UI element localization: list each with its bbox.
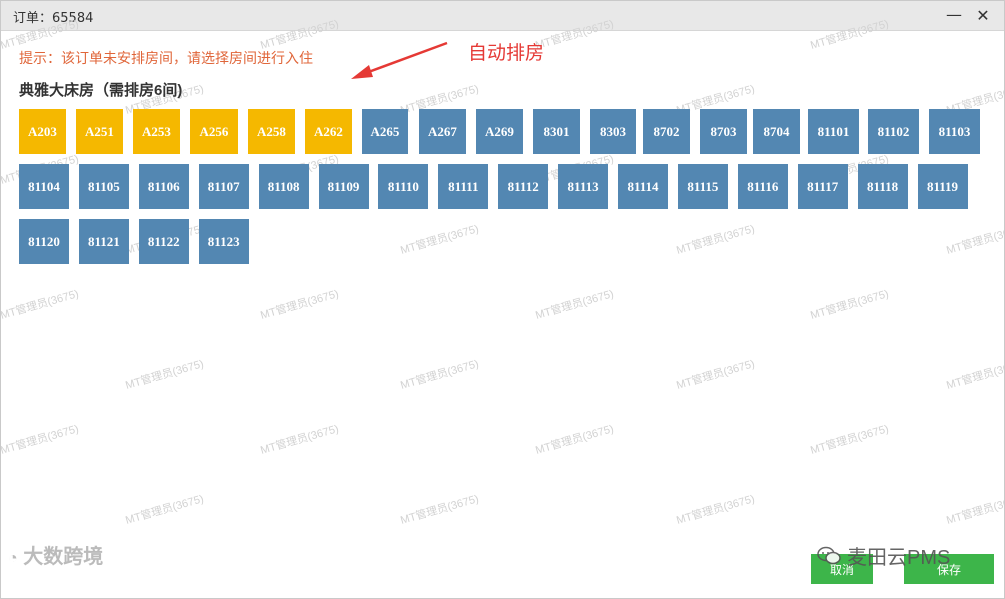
- room-tile-81120[interactable]: 81120: [19, 219, 69, 264]
- room-tile-81108[interactable]: 81108: [258, 164, 309, 209]
- room-tile-81119[interactable]: 81119: [917, 164, 968, 209]
- room-tile-81103[interactable]: 81103: [929, 109, 980, 154]
- room-type-title: 典雅大床房（需排房6间): [19, 82, 183, 99]
- watermark-text: MT管理员(3675): [399, 358, 481, 392]
- room-tile-81117[interactable]: 81117: [797, 164, 848, 209]
- close-icon: ✕: [976, 5, 990, 25]
- dialog-content: MT管理员(3675) MT管理员(3675) MT管理员(3675) MT管理员(3…: [0, 18, 1005, 598]
- room-tile-81115[interactable]: 81115: [677, 164, 728, 209]
- room-tile-A265[interactable]: A265: [362, 109, 408, 154]
- window-title: 订单：65584: [13, 11, 94, 26]
- annotation-label: 自动排房: [468, 43, 545, 64]
- close-button[interactable]: ✕: [971, 3, 995, 27]
- minimize-icon: —: [946, 5, 962, 24]
- room-tile-A267[interactable]: A267: [419, 109, 466, 154]
- room-tile-81118[interactable]: 81118: [857, 164, 908, 209]
- room-tile-81109[interactable]: 81109: [318, 164, 369, 209]
- room-tile-A269[interactable]: A269: [476, 109, 523, 154]
- room-tile-81105[interactable]: 81105: [78, 164, 129, 209]
- save-button[interactable]: 保存: [904, 554, 994, 584]
- room-tile-A262[interactable]: A262: [305, 109, 352, 154]
- watermark-text: MT管理员(3675): [809, 288, 891, 322]
- watermark-text: MT管理员(3675): [259, 423, 341, 457]
- cancel-button[interactable]: 取消: [811, 554, 873, 584]
- watermark-text: MT管理员(3675): [809, 423, 891, 457]
- room-tile-81123[interactable]: 81123: [198, 219, 249, 264]
- watermark-text: MT管理员(3675): [124, 493, 206, 527]
- watermark-text: MT管理员(3675): [945, 493, 1005, 527]
- room-tile-8301[interactable]: 8301: [533, 109, 580, 154]
- watermark-text: MT管理员(3675): [259, 288, 341, 322]
- watermark-text: MT管理员(3675): [534, 288, 616, 322]
- title-bar: 订单：65584 — ✕: [1, 1, 1004, 31]
- watermark-text: MT管理员(3675): [675, 493, 757, 527]
- room-tile-81102[interactable]: 81102: [868, 109, 919, 154]
- room-tile-8303[interactable]: 8303: [590, 109, 636, 154]
- watermark-text: MT管理员(3675): [399, 223, 481, 257]
- watermark-text: MT管理员(3675): [945, 358, 1005, 392]
- dialog-window: 订单：65584 — ✕ MT管理员(3675) MT管理员(3675) MT管理员…: [0, 0, 1005, 599]
- annotation-arrow-icon: [351, 41, 448, 79]
- room-tile-81114[interactable]: 81114: [618, 164, 668, 209]
- minimize-button[interactable]: —: [942, 3, 966, 27]
- room-tile-81122[interactable]: 81122: [138, 219, 189, 264]
- watermark-text: MT管理员(3675): [675, 358, 757, 392]
- hint-text: 提示：该订单未安排房间，请选择房间进行入住: [19, 50, 313, 66]
- room-tile-8704[interactable]: 8704: [753, 109, 800, 154]
- room-tile-81113[interactable]: 81113: [558, 164, 609, 209]
- watermark-text: MT管理员(3675): [399, 493, 481, 527]
- watermark-text: MT管理员(3675): [124, 358, 206, 392]
- watermark-text: MT管理员(3675): [0, 423, 81, 457]
- room-tile-81121[interactable]: 81121: [78, 219, 129, 264]
- room-tile-81111[interactable]: 81111: [438, 164, 489, 209]
- room-tile-81101[interactable]: 81101: [808, 109, 859, 154]
- room-tile-A256[interactable]: A256: [190, 109, 238, 154]
- room-tile-8702[interactable]: 8702: [643, 109, 690, 154]
- watermark-text: MT管理员(3675): [534, 423, 616, 457]
- room-tile-A258[interactable]: A258: [248, 109, 295, 154]
- room-tile-81110[interactable]: 81110: [378, 164, 429, 209]
- watermark-text: MT管理员(3675): [945, 223, 1005, 257]
- room-tile-8703[interactable]: 8703: [700, 109, 747, 154]
- room-tile-81104[interactable]: 81104: [19, 164, 69, 209]
- room-tile-81107[interactable]: 81107: [198, 164, 249, 209]
- room-tile-81112[interactable]: 81112: [498, 164, 549, 209]
- room-tile-A251[interactable]: A251: [76, 109, 123, 154]
- room-tile-A253[interactable]: A253: [133, 109, 180, 154]
- room-tile-A203[interactable]: A203: [19, 109, 66, 154]
- room-tile-81116[interactable]: 81116: [737, 164, 788, 209]
- room-tile-81106[interactable]: 81106: [138, 164, 189, 209]
- watermark-text: MT管理员(3675): [675, 223, 757, 257]
- watermark-text: MT管理员(3675): [0, 288, 81, 322]
